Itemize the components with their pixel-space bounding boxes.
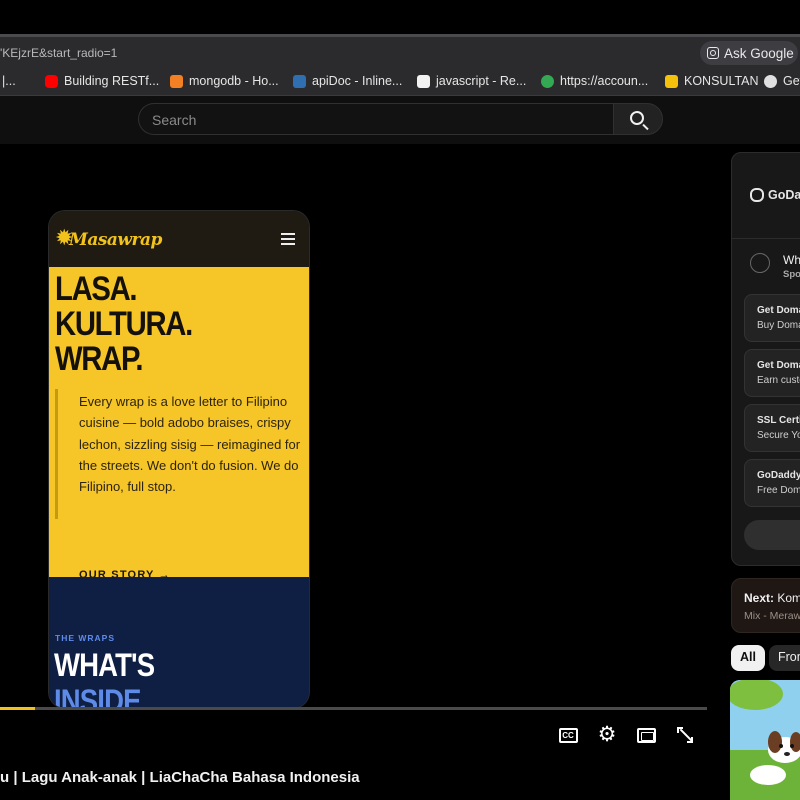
ad-item-sub: Earn custo	[757, 375, 800, 386]
screen: 'KEjzrE&start_radio=1 Ask Google |... Bu…	[0, 0, 800, 800]
ad-link-item[interactable]: GoDaddy V Free Doma	[744, 459, 800, 507]
google-icon	[541, 74, 554, 88]
bookmark-label: apiDoc - Inline...	[312, 74, 403, 88]
bookmark-item[interactable]: https://accoun...	[541, 72, 648, 90]
ad-link-item[interactable]: SSL Certif Secure Yo	[744, 404, 800, 452]
ad-item-sub: Buy Doma	[757, 320, 800, 331]
hero-paragraph: Every wrap is a love letter to Filipino …	[79, 394, 301, 495]
address-bar[interactable]: 'KEjzrE&start_radio=1 Ask Google	[0, 34, 800, 66]
logo-text: Masawrap	[69, 230, 162, 250]
bookmark-item[interactable]: javascript - Re...	[417, 72, 526, 90]
bookmark-item[interactable]: Building RESTf...	[45, 72, 159, 90]
bookmark-label: mongodb - Ho...	[189, 74, 279, 88]
ask-google-label: Ask Google	[724, 45, 794, 61]
ad-link-item[interactable]: Get Doma Earn custo	[744, 349, 800, 397]
konsultan-icon	[665, 74, 678, 88]
url-text[interactable]: 'KEjzrE&start_radio=1	[0, 46, 117, 60]
video-frame-phone-mockup: ✹ Masawrap LASA. KULTURA. WRAP. Every wr…	[49, 211, 309, 708]
bookmark-label: Get	[783, 74, 800, 88]
fullscreen-button[interactable]	[674, 724, 696, 746]
ad-link-item[interactable]: Get Doma Buy Doma	[744, 294, 800, 342]
bookmark-item[interactable]: KONSULTAN	[665, 72, 759, 90]
theater-icon	[636, 727, 656, 743]
bookmark-label: KONSULTAN	[684, 74, 759, 88]
section-title-line: INSIDE	[54, 683, 141, 708]
globe-icon	[764, 74, 777, 88]
godaddy-logo-icon	[750, 188, 764, 202]
section-tag: THE WRAPS	[55, 633, 115, 643]
sidebar-ad-card[interactable]: GoDad Wh Spo Get Doma Buy Doma Get Doma …	[731, 152, 800, 566]
ad-item-title: GoDaddy V	[757, 470, 800, 481]
bookmark-item[interactable]: mongodb - Ho...	[170, 72, 279, 90]
ad-item-title: Get Doma	[757, 305, 800, 316]
bookmark-item[interactable]: apiDoc - Inline...	[293, 72, 402, 90]
next-label: Next:	[744, 591, 775, 605]
search-button[interactable]	[613, 103, 663, 135]
hero-line: LASA.	[55, 270, 138, 308]
youtube-header: Search	[0, 96, 800, 144]
ad-item-sub: Free Doma	[757, 485, 800, 496]
section-title-line: WHAT'S	[54, 647, 155, 683]
video-title: u | Lagu Anak-anak | LiaChaCha Bahasa In…	[0, 769, 360, 786]
ad-item-title: SSL Certif	[757, 415, 800, 426]
ask-google-button[interactable]: Ask Google	[700, 41, 798, 65]
bookmark-label: javascript - Re...	[436, 74, 527, 88]
ad-cta-button[interactable]	[744, 520, 800, 550]
theater-mode-button[interactable]	[635, 724, 657, 746]
advertiser-logo	[750, 253, 770, 273]
fullscreen-icon	[677, 727, 693, 743]
ad-brand-name: GoDad	[768, 188, 800, 202]
settings-icon: ⚙	[597, 723, 617, 746]
window-top-strip	[0, 0, 800, 34]
stackoverflow-icon	[170, 74, 183, 88]
settings-button[interactable]: ⚙	[596, 724, 618, 746]
masawrap-logo: ✹ Masawrap	[55, 225, 162, 253]
cartoon-dog-illustration	[730, 680, 800, 800]
chip-all[interactable]: All	[731, 645, 765, 671]
next-video-title: Komp	[777, 591, 800, 605]
ad-item-sub: Secure Yo	[757, 430, 800, 441]
stackoverflow-icon	[417, 74, 430, 88]
bookmark-item[interactable]: |...	[2, 72, 16, 90]
search-icon	[630, 111, 644, 125]
bookmark-label: Building RESTf...	[64, 74, 160, 88]
recommended-video-thumbnail[interactable]	[730, 680, 800, 800]
bookmark-label: |...	[2, 74, 16, 88]
divider	[732, 238, 800, 239]
apidoc-icon	[293, 74, 306, 88]
quote-rule	[55, 389, 58, 519]
bookmarks-bar: |... Building RESTf... mongodb - Ho... a…	[0, 66, 800, 96]
ad-brand: GoDad	[750, 188, 800, 202]
bookmark-label: https://accoun...	[560, 74, 649, 88]
search-placeholder: Search	[152, 112, 197, 128]
ad-heading: Wh	[783, 253, 800, 267]
hero-line: WRAP.	[55, 340, 144, 378]
cc-icon: CC	[558, 727, 578, 743]
bookmark-item[interactable]: Get	[764, 72, 800, 90]
google-lens-icon	[707, 47, 719, 59]
search-input[interactable]: Search	[138, 103, 614, 135]
progress-bar[interactable]	[0, 707, 707, 710]
next-up-card[interactable]: Next: Komp Mix - Merawa	[731, 578, 800, 633]
hero-line: KULTURA.	[55, 305, 193, 343]
youtube-icon	[45, 74, 58, 88]
mockup-wraps-section: THE WRAPS WHAT'S INSIDE	[49, 577, 309, 708]
hamburger-menu-icon	[281, 233, 295, 245]
ad-item-title: Get Doma	[757, 360, 800, 371]
next-title: Next: Komp	[744, 591, 800, 605]
chip-from[interactable]: From	[769, 645, 800, 671]
next-subtitle: Mix - Merawa	[744, 610, 800, 622]
progress-fill	[0, 707, 35, 710]
mockup-hero: LASA. KULTURA. WRAP. Every wrap is a lov…	[49, 267, 309, 581]
mockup-navbar: ✹ Masawrap	[49, 211, 309, 267]
subtitles-button[interactable]: CC	[557, 724, 579, 746]
ad-sponsor: Spo	[783, 269, 800, 280]
